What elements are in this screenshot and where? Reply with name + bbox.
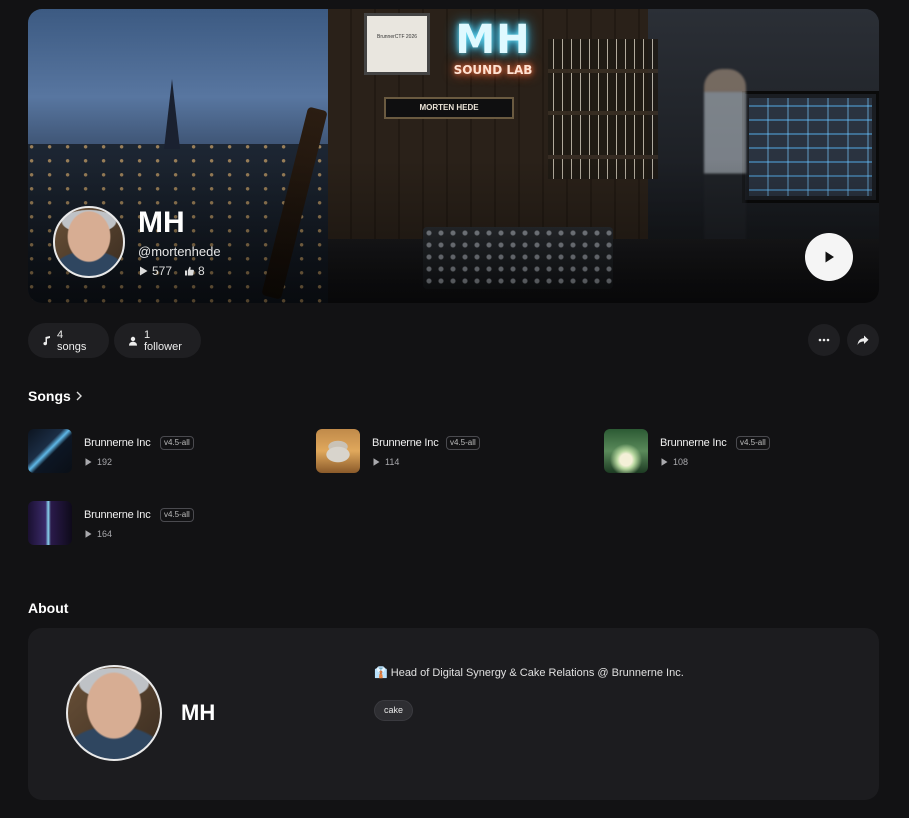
- song-play-count: 164: [97, 529, 113, 539]
- song-item[interactable]: Brunnerne Inc v4.5-all 164: [28, 501, 288, 545]
- song-play-count: 108: [673, 457, 689, 467]
- songs-section-title: Songs: [28, 388, 71, 404]
- version-badge: v4.5-all: [160, 508, 194, 522]
- about-name: MH: [181, 700, 216, 725]
- play-all-button[interactable]: [805, 233, 853, 281]
- song-cover[interactable]: [316, 429, 360, 473]
- songs-count-label: 4 songs: [57, 328, 87, 353]
- share-icon: [857, 335, 869, 346]
- song-title[interactable]: Brunnerne Inc: [660, 437, 727, 449]
- song-title[interactable]: Brunnerne Inc: [84, 437, 151, 449]
- song-item[interactable]: Brunnerne Inc v4.5-all 114: [316, 429, 576, 473]
- play-icon: [661, 458, 668, 466]
- song-plays: 164: [85, 529, 112, 539]
- about-bio: 👔 Head of Digital Synergy & Cake Relatio…: [374, 667, 684, 679]
- banner-certificate: BrunnerCTF 2026: [364, 13, 430, 75]
- song-cover[interactable]: [604, 429, 648, 473]
- song-title[interactable]: Brunnerne Inc: [84, 509, 151, 521]
- artist-like-count: 8: [198, 264, 205, 278]
- version-badge: v4.5-all: [736, 436, 770, 450]
- song-plays: 114: [373, 457, 399, 467]
- songs-count-button[interactable]: 4 songs: [28, 323, 109, 358]
- artist-handle[interactable]: @mortenhede: [138, 244, 221, 259]
- certificate-text: BrunnerCTF 2026: [376, 34, 418, 40]
- play-icon: [85, 530, 92, 538]
- version-badge: v4.5-all: [160, 436, 194, 450]
- song-title[interactable]: Brunnerne Inc: [372, 437, 439, 449]
- more-dots-icon: [818, 338, 830, 342]
- artist-avatar[interactable]: [53, 206, 125, 278]
- play-icon: [85, 458, 92, 466]
- name-plaque: MORTEN HEDE: [384, 97, 514, 119]
- songs-section-link[interactable]: Songs: [28, 388, 83, 404]
- song-plays: 108: [661, 457, 688, 467]
- banner-church-spire: [164, 79, 180, 149]
- share-button[interactable]: [847, 324, 879, 356]
- music-note-icon: [42, 335, 51, 346]
- song-play-count: 114: [385, 457, 400, 467]
- about-avatar[interactable]: [66, 665, 162, 761]
- version-badge: v4.5-all: [446, 436, 480, 450]
- play-icon: [139, 266, 148, 276]
- song-item[interactable]: Brunnerne Inc v4.5-all 108: [604, 429, 864, 473]
- artist-play-count: 577: [152, 264, 173, 278]
- chevron-right-icon: [75, 391, 83, 401]
- song-cover[interactable]: [28, 501, 72, 545]
- tag-chip[interactable]: cake: [374, 700, 414, 721]
- song-item[interactable]: Brunnerne Inc v4.5-all 192: [28, 429, 288, 473]
- artist-name: MH: [138, 206, 185, 239]
- about-section-title: About: [28, 600, 69, 616]
- more-options-button[interactable]: [808, 324, 840, 356]
- followers-count-button[interactable]: 1 follower: [114, 323, 201, 358]
- user-icon: [128, 336, 138, 346]
- neon-sign-subtitle: SOUND LAB: [453, 63, 533, 77]
- neon-sign: MH SOUND LAB: [438, 17, 548, 77]
- banner-record-shelf: [548, 39, 658, 179]
- neon-sign-title: MH: [455, 17, 531, 63]
- followers-count-label: 1 follower: [144, 328, 182, 353]
- song-cover[interactable]: [28, 429, 72, 473]
- song-plays: 192: [85, 457, 112, 467]
- thumbs-up-icon: [184, 266, 194, 276]
- play-icon: [373, 458, 380, 466]
- play-icon: [822, 250, 836, 264]
- song-play-count: 192: [97, 457, 113, 467]
- artist-stats: 577 8: [139, 264, 205, 278]
